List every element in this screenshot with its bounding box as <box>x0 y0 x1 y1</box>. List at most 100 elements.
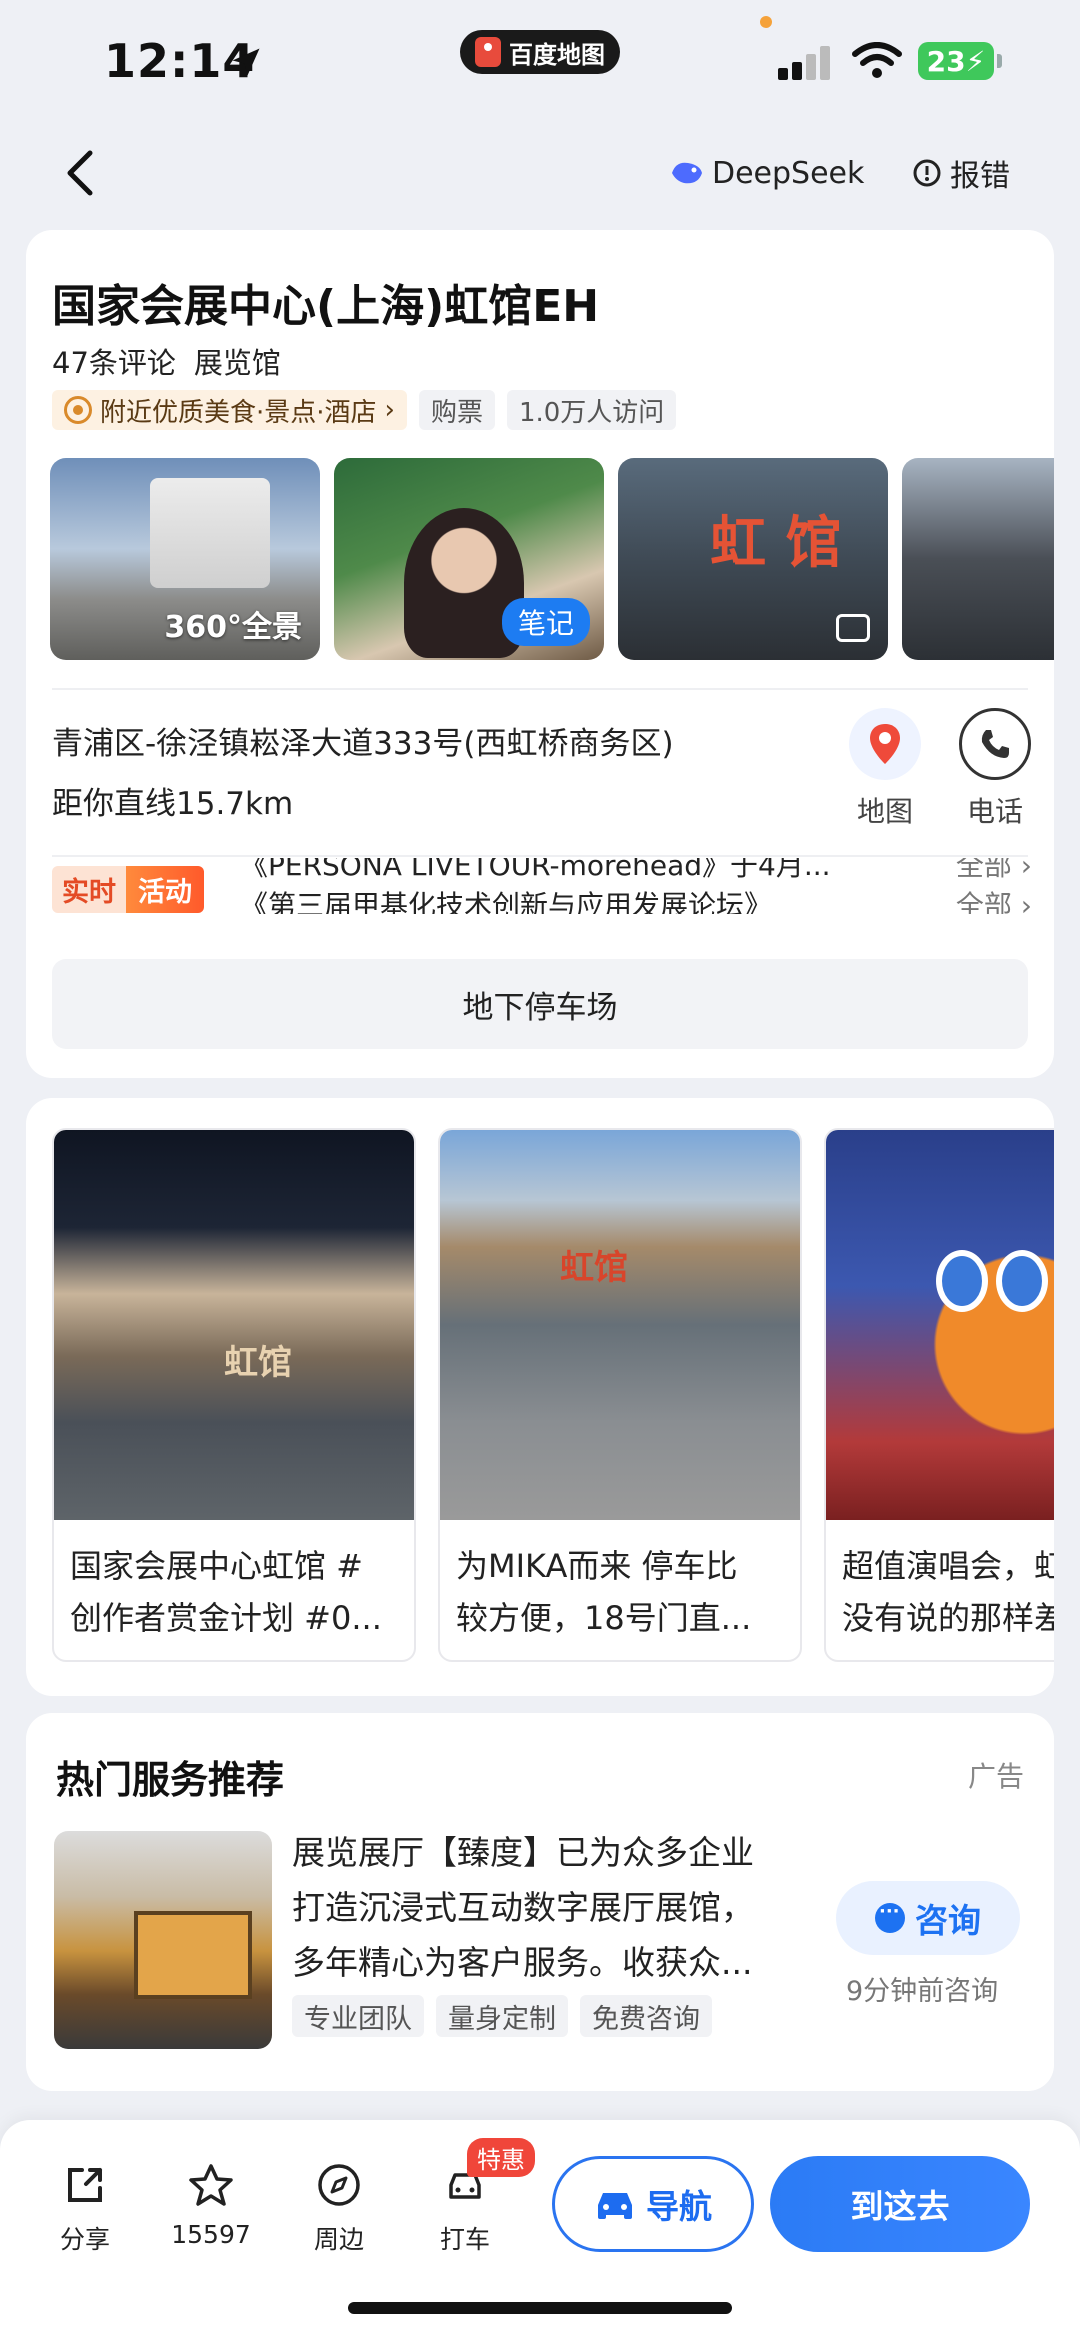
consult-label: 咨询 <box>915 1901 981 1940</box>
map-action-label: 地图 <box>856 795 913 828</box>
taxi-promo-badge: 特惠 <box>467 2138 535 2177</box>
share-icon <box>60 2160 110 2210</box>
note-line: 为MIKA而来 停车比 <box>456 1547 738 1585</box>
phone-action[interactable]: 电话 <box>950 708 1040 830</box>
taxi-label: 打车 <box>439 2225 490 2254</box>
photo-panorama[interactable]: 360°全景 <box>50 458 320 660</box>
live-activity-row[interactable]: 《第三届甲基化技术创新与应用发展论坛》 全部 › <box>240 886 1040 914</box>
note-item[interactable]: 虹馆 为MIKA而来 停车比 较方便，18号门直... <box>438 1128 802 1662</box>
photo-building-front[interactable]: 虹 馆 <box>618 458 888 660</box>
parking-button[interactable]: 地下停车场 <box>52 959 1028 1049</box>
live-tag-realtime: 实时 <box>52 866 126 913</box>
status-bar: 12:14 百度地图 23 ⚡ <box>0 0 1080 125</box>
note-line: 创作者赏金计划 #0... <box>70 1599 382 1637</box>
ticket-tag[interactable]: 购票 <box>418 390 495 430</box>
note-image: 虹馆 <box>54 1130 414 1520</box>
notes-card: 虹馆 国家会展中心虹馆 # 创作者赏金计划 #0... 虹馆 为MIKA而来 停… <box>26 1098 1054 1696</box>
visits-tag: 1.0万人访问 <box>506 390 677 430</box>
deepseek-button[interactable]: DeepSeek <box>670 145 864 201</box>
building-sign: 虹馆 <box>224 1343 292 1383</box>
photo-building-side[interactable] <box>902 458 1054 660</box>
note-image <box>826 1130 1054 1520</box>
service-line: 打造沉浸式互动数字展厅展馆， <box>292 1888 754 1927</box>
note-text: 国家会展中心虹馆 # 创作者赏金计划 #0... <box>54 1520 414 1660</box>
note-badge: 笔记 <box>501 598 590 646</box>
ad-label: 广告 <box>967 1760 1024 1793</box>
place-title: 国家会展中心(上海)虹馆EH <box>52 281 600 332</box>
service-line: 展览展厅【臻度】已为众多企业 <box>292 1833 754 1872</box>
location-arrow-icon <box>232 48 260 76</box>
note-item[interactable]: 虹馆 国家会展中心虹馆 # 创作者赏金计划 #0... <box>52 1128 416 1662</box>
image-icon <box>836 614 870 642</box>
divider <box>52 688 1028 690</box>
star-icon <box>186 2160 236 2210</box>
service-tag: 量身定制 <box>436 1995 568 2037</box>
app-indicator-label: 百度地图 <box>509 40 605 69</box>
note-line: 国家会展中心虹馆 # <box>70 1547 363 1585</box>
app-indicator-pill[interactable]: 百度地图 <box>460 30 620 74</box>
place-meta: 47条评论 展览馆 <box>52 340 281 382</box>
alert-circle-icon <box>913 159 941 187</box>
baidu-map-logo-icon <box>475 37 501 67</box>
service-description[interactable]: 展览展厅【臻度】已为众多企业 打造沉浸式互动数字展厅展馆， 多年精心为客户服务。… <box>292 1825 812 1990</box>
navigation-button[interactable]: 导航 <box>552 2156 754 2252</box>
note-item[interactable]: 超值演唱会，虹 没有说的那样差 <box>824 1128 1054 1662</box>
note-text: 超值演唱会，虹 没有说的那样差 <box>826 1520 1054 1660</box>
live-activity-row[interactable]: 《PERSONA LIVETOUR-morehead》于4月... 全部 › <box>240 858 1040 886</box>
service-image[interactable] <box>54 1831 272 2049</box>
place-tags: 附近优质美食·景点·酒店 › 购票 1.0万人访问 <box>52 390 677 430</box>
share-button[interactable]: 分享 <box>35 2160 135 2256</box>
notes-carousel[interactable]: 虹馆 国家会展中心虹馆 # 创作者赏金计划 #0... 虹馆 为MIKA而来 停… <box>52 1128 1054 1668</box>
note-text: 为MIKA而来 停车比 较方便，18号门直... <box>440 1520 800 1660</box>
nearby-button[interactable]: 周边 <box>289 2160 389 2256</box>
nearby-recommend-tag[interactable]: 附近优质美食·景点·酒店 › <box>52 390 407 430</box>
consult-button[interactable]: 咨询 <box>836 1881 1020 1955</box>
photo-note[interactable]: 笔记 <box>334 458 604 660</box>
note-image: 虹馆 <box>440 1130 800 1520</box>
favorite-button[interactable]: 15597 <box>161 2160 261 2249</box>
address-text[interactable]: 青浦区-徐泾镇崧泽大道333号(西虹桥商务区) <box>52 718 674 763</box>
top-navigation: DeepSeek 报错 <box>0 125 1080 225</box>
service-tag: 免费咨询 <box>580 1995 712 2037</box>
recommend-icon <box>64 396 92 424</box>
go-here-button[interactable]: 到这去 <box>770 2156 1030 2252</box>
battery-level: 23 <box>926 44 966 78</box>
note-line: 较方便，18号门直... <box>456 1599 752 1637</box>
divider <box>52 855 1028 857</box>
review-count-link[interactable]: 47条评论 <box>52 340 176 382</box>
chat-bubble-icon <box>875 1901 905 1933</box>
back-button[interactable] <box>50 143 110 203</box>
chevron-right-icon: › <box>384 395 395 425</box>
service-line: 多年精心为客户服务。收获众... <box>292 1943 753 1982</box>
building-image <box>150 478 270 588</box>
map-action[interactable]: 地图 <box>840 708 930 830</box>
nearby-recommend-label: 附近优质美食·景点·酒店 <box>100 397 377 428</box>
live-activity-more[interactable]: 全部 › <box>956 858 1040 886</box>
service-section-title: 热门服务推荐 <box>56 1758 285 1802</box>
note-line: 超值演唱会，虹 <box>842 1547 1054 1585</box>
place-category: 展览馆 <box>193 346 281 380</box>
privacy-dot-icon <box>760 16 772 28</box>
note-line: 没有说的那样差 <box>842 1599 1054 1637</box>
map-pin-icon <box>849 708 921 780</box>
deepseek-label: DeepSeek <box>712 155 865 191</box>
building-sign: 虹 馆 <box>710 510 842 576</box>
service-tag: 专业团队 <box>292 1995 424 2037</box>
service-tags: 专业团队 量身定制 免费咨询 <box>292 1995 712 2037</box>
live-activity-tag: 实时 活动 <box>52 866 204 913</box>
signal-icon <box>778 44 834 80</box>
compass-icon <box>314 2160 364 2210</box>
share-label: 分享 <box>59 2225 110 2254</box>
car-icon <box>598 2193 632 2219</box>
report-error-button[interactable]: 报错 <box>912 145 1010 201</box>
wifi-icon <box>852 42 902 78</box>
home-indicator[interactable] <box>348 2302 732 2314</box>
live-activity-more[interactable]: 全部 › <box>956 886 1040 914</box>
live-activity-ticker[interactable]: 《PERSONA LIVETOUR-morehead》于4月... 全部 › 《… <box>240 858 1040 914</box>
favorite-count: 15597 <box>171 2220 251 2249</box>
place-info-card: 国家会展中心(上海)虹馆EH 47条评论 展览馆 附近优质美食·景点·酒店 › … <box>26 230 1054 1078</box>
navigation-label: 导航 <box>646 2187 712 2226</box>
live-tag-activity: 活动 <box>126 866 204 913</box>
live-activity-text: 《第三届甲基化技术创新与应用发展论坛》 <box>240 889 773 914</box>
photo-carousel[interactable]: 360°全景 笔记 虹 馆 <box>50 458 1054 662</box>
